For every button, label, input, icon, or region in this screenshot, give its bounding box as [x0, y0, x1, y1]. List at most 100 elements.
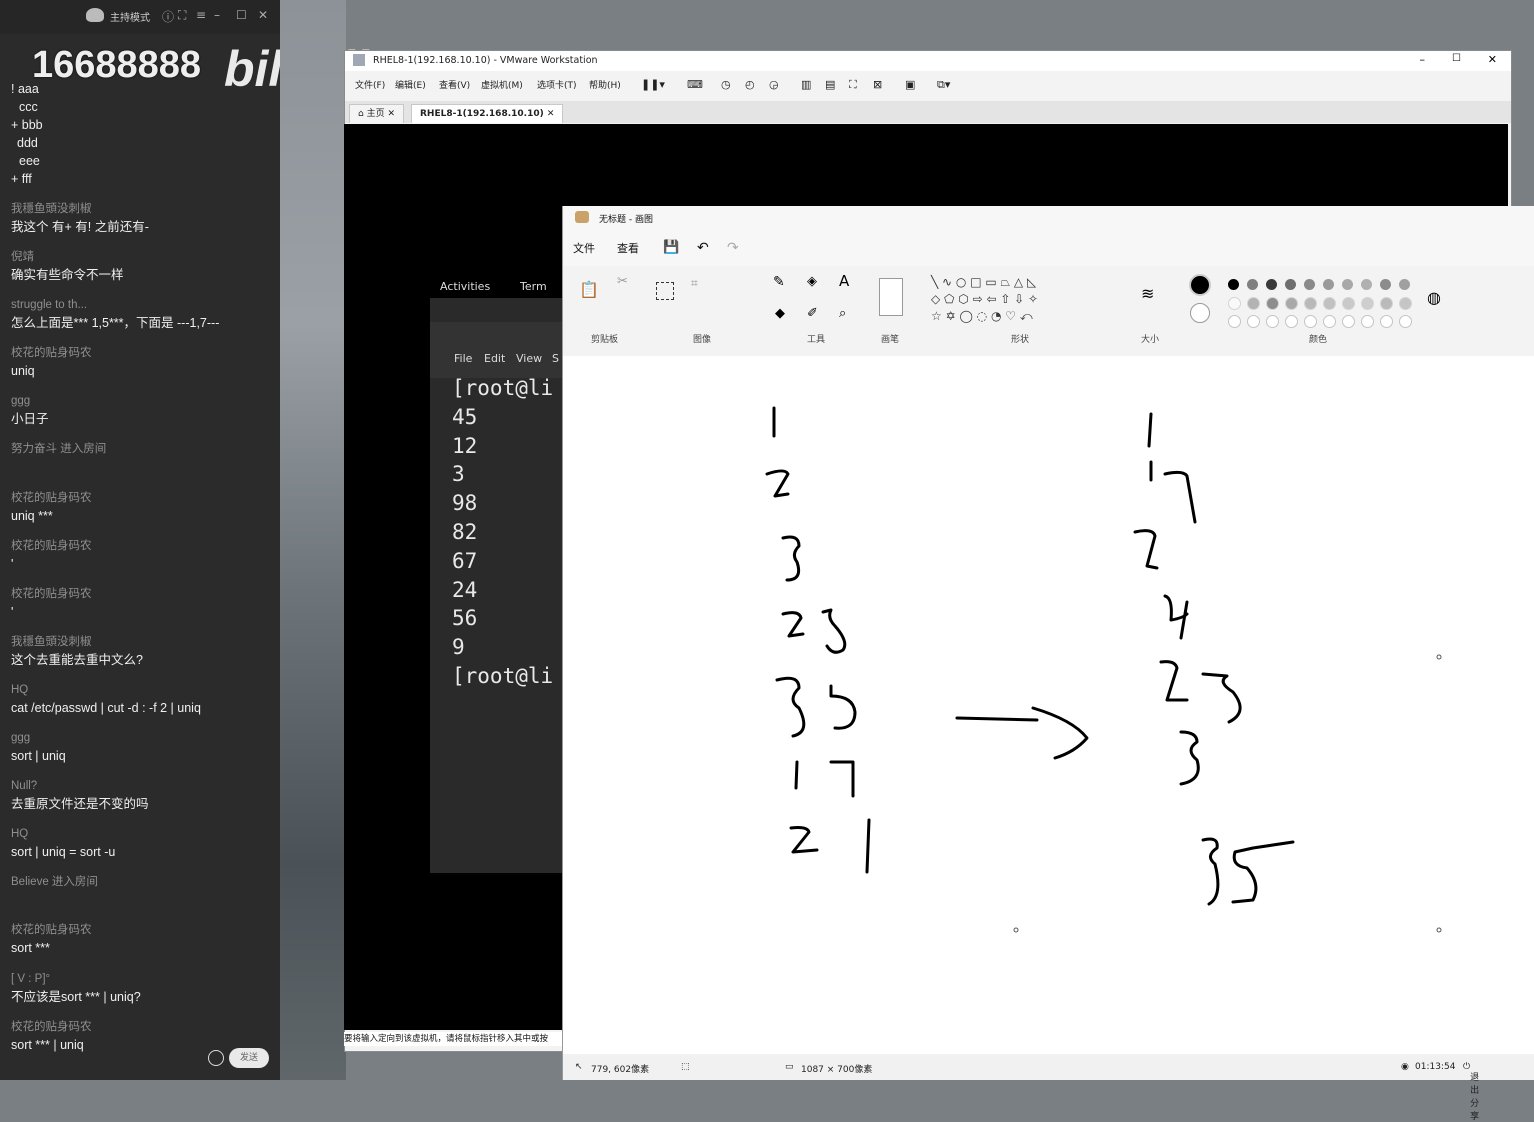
edit-colors-icon[interactable]: ◍ [1427, 288, 1441, 307]
send-keys-icon[interactable]: ⌨ [687, 78, 703, 91]
terminal-menu-view[interactable]: View [516, 352, 542, 365]
paste-icon[interactable]: 📋 [579, 280, 599, 299]
close-icon[interactable]: ✕ [1488, 53, 1497, 66]
eraser-icon[interactable]: ◆ [775, 306, 785, 321]
color-swatch[interactable] [1323, 297, 1336, 310]
revert-icon[interactable]: ◴ [745, 78, 755, 91]
activities-button[interactable]: Activities [440, 280, 490, 293]
color-swatch[interactable] [1399, 279, 1410, 290]
maximize-icon[interactable]: ☐ [236, 8, 247, 22]
terminal-menu-edit[interactable]: Edit [484, 352, 505, 365]
color-swatch[interactable] [1247, 315, 1260, 328]
menu-icon[interactable]: ≡ [196, 8, 206, 22]
cut-icon[interactable]: ✂ [617, 274, 628, 289]
exit-share-label: 退出分享 [1470, 1073, 1480, 1122]
terminal-window[interactable]: File Edit View S [root@li 45 12 3 98 82 67 24 56… [430, 298, 562, 873]
send-button[interactable]: 发送 [229, 1048, 269, 1068]
app-logo-icon [86, 8, 104, 22]
tab-vm[interactable]: RHEL8-1(192.168.10.10) ✕ [411, 104, 564, 123]
emoji-icon[interactable] [208, 1050, 224, 1066]
resize-handle[interactable] [1436, 654, 1442, 660]
chat-message: HQ sort | uniq = sort -u [11, 825, 273, 873]
color-swatch[interactable] [1285, 279, 1296, 290]
select-icon[interactable] [656, 282, 674, 300]
terminal-app-label[interactable]: Term [520, 280, 547, 293]
color-swatch[interactable] [1323, 315, 1336, 328]
color-swatch[interactable] [1342, 279, 1353, 290]
color-swatch[interactable] [1361, 297, 1374, 310]
menu-view[interactable]: 查看 [617, 240, 639, 256]
color-swatch[interactable] [1323, 279, 1334, 290]
brush-selector[interactable] [879, 278, 903, 316]
resize-handle[interactable] [1436, 927, 1442, 933]
color1-swatch[interactable] [1189, 274, 1211, 296]
redo-icon[interactable]: ↷ [727, 240, 739, 256]
message-text: sort *** [11, 941, 50, 956]
menu-file[interactable]: 文件(F) [355, 78, 385, 91]
menu-help[interactable]: 帮助(H) [589, 78, 621, 91]
menu-file[interactable]: 文件 [573, 240, 595, 256]
color2-swatch[interactable] [1190, 303, 1210, 323]
color-swatch[interactable] [1228, 279, 1239, 290]
exit-share-button[interactable]: ⏻ 退出分享 [1463, 1062, 1479, 1122]
color-swatch[interactable] [1247, 297, 1260, 310]
menu-edit[interactable]: 编辑(E) [395, 78, 426, 91]
snapshot-icon[interactable]: ◷ [721, 78, 731, 91]
text-icon[interactable]: A [839, 272, 849, 290]
message-author: HQ [11, 828, 29, 841]
terminal-menu-search[interactable]: S [552, 352, 559, 365]
close-icon[interactable]: ✕ [258, 8, 268, 22]
color-swatch[interactable] [1399, 315, 1412, 328]
color-swatch[interactable] [1342, 297, 1355, 310]
color-swatch[interactable] [1304, 315, 1317, 328]
maximize-icon[interactable]: ☐ [1452, 53, 1461, 64]
color-swatch[interactable] [1266, 297, 1279, 310]
unity-icon[interactable]: ⊠ [873, 78, 882, 91]
minimize-icon[interactable]: – [214, 8, 220, 22]
stroke-size-icon[interactable]: ≋ [1141, 284, 1154, 303]
fullscreen-icon[interactable]: ⛶ [178, 8, 186, 23]
info-icon[interactable]: ⓘ [162, 8, 174, 25]
color-swatch[interactable] [1247, 279, 1258, 290]
shapes-gallery[interactable]: ╲ ∿ ○ □ ▭ ⏢ △ ◺ ◇ ⬠ ⬡ ⇨ ⇦ ⇧ ⇩ ✧ ☆ ✡ ◯ ◌ ◔ … [931, 274, 1061, 325]
minimize-icon[interactable]: – [1420, 53, 1426, 66]
color-swatch[interactable] [1266, 315, 1279, 328]
color-swatch[interactable] [1380, 279, 1391, 290]
pause-icon[interactable]: ❚❚▾ [641, 78, 665, 91]
color-swatch[interactable] [1399, 297, 1412, 310]
color-swatch[interactable] [1380, 315, 1393, 328]
save-icon[interactable]: 💾 [663, 240, 679, 255]
terminal-menu-file[interactable]: File [454, 352, 472, 365]
zoom-icon[interactable]: ⌕ [839, 306, 846, 321]
color-swatch[interactable] [1361, 315, 1374, 328]
color-swatch[interactable] [1361, 279, 1372, 290]
color-swatch[interactable] [1266, 279, 1277, 290]
menu-view[interactable]: 查看(V) [439, 78, 470, 91]
fullscreen-icon[interactable]: ⛶ [849, 78, 857, 92]
color-swatch[interactable] [1285, 297, 1298, 310]
crop-icon[interactable]: ⌗ [691, 276, 698, 291]
resize-handle[interactable] [1013, 927, 1019, 933]
color-swatch[interactable] [1228, 315, 1241, 328]
color-swatch[interactable] [1304, 279, 1315, 290]
color-swatch[interactable] [1228, 297, 1241, 310]
drawing-canvas[interactable] [563, 356, 1534, 1054]
undo-icon[interactable]: ↶ [697, 240, 709, 256]
sidebar-icon[interactable]: ▥ [801, 78, 811, 91]
tab-home[interactable]: ⌂ 主页 ✕ [349, 104, 404, 123]
color-swatch[interactable] [1380, 297, 1393, 310]
thumbnail-icon[interactable]: ▤ [825, 78, 835, 91]
menu-vm[interactable]: 虚拟机(M) [481, 78, 523, 91]
group-colors: 颜色 [1309, 335, 1328, 345]
terminal-line: [root@li [452, 376, 554, 400]
pencil-icon[interactable]: ✎ [773, 274, 785, 290]
fill-icon[interactable]: ◈ [807, 274, 817, 289]
stretch-icon[interactable]: ⧉▾ [937, 78, 950, 92]
console-icon[interactable]: ▣ [905, 78, 915, 91]
menu-tabs[interactable]: 选项卡(T) [537, 78, 577, 91]
color-swatch[interactable] [1285, 315, 1298, 328]
color-swatch[interactable] [1342, 315, 1355, 328]
manage-snapshot-icon[interactable]: ◶ [769, 78, 779, 91]
color-picker-icon[interactable]: ✐ [807, 306, 818, 321]
color-swatch[interactable] [1304, 297, 1317, 310]
